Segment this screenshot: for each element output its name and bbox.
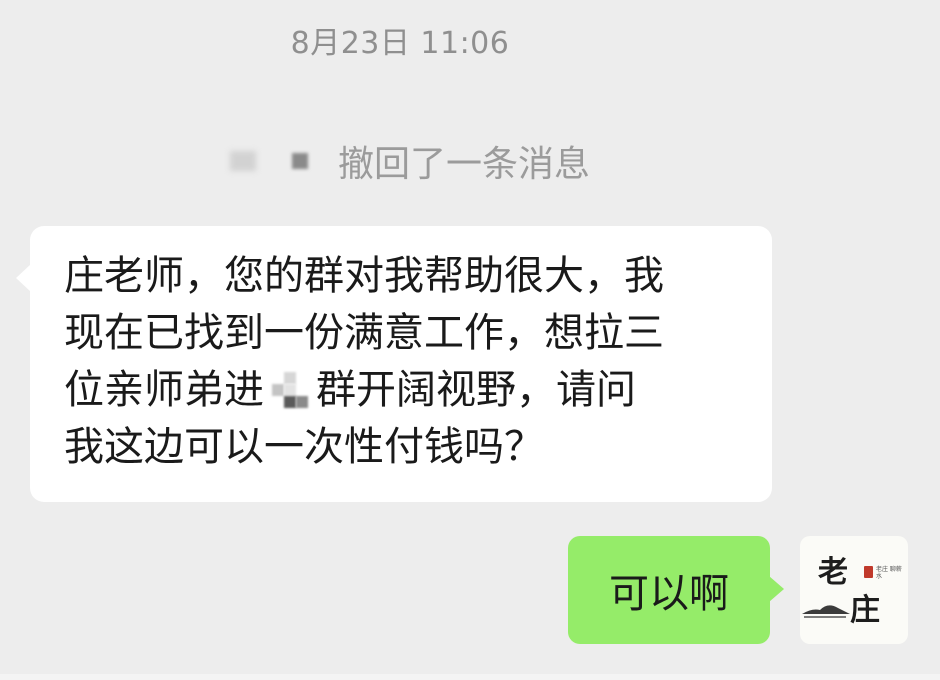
blurred-sender-name-part1 — [230, 151, 256, 171]
outgoing-message-bubble[interactable]: 可以啊 — [568, 536, 784, 644]
message-line-3-after: 群开阔视野，请问 — [316, 367, 636, 413]
recall-notice-text: 撤回了一条消息 — [338, 144, 591, 185]
incoming-message-bubble[interactable]: 庄老师，您的群对我帮助很大，我 现在已找到一份满意工作，想拉三 位亲师弟进 群开阔… — [16, 226, 772, 502]
recall-notice: 撤回了一条消息 — [230, 136, 590, 186]
pixelated-redaction — [270, 370, 310, 414]
message-line-3: 位亲师弟进 群开阔视野，请问 — [64, 362, 742, 419]
outgoing-message-text: 可以啊 — [609, 571, 729, 617]
message-line-4: 我这边可以一次性付钱吗？ — [64, 424, 544, 470]
message-line-1: 庄老师，您的群对我帮助很大，我 — [64, 253, 664, 299]
message-line-3-before: 位亲师弟进 — [64, 367, 264, 413]
avatar-seal-icon — [864, 566, 873, 578]
next-message-edge — [0, 674, 940, 680]
avatar-char-top: 老 — [818, 555, 848, 590]
avatar[interactable]: 老 老庄 聊薪水 庄 — [800, 536, 908, 644]
avatar-small-caption: 老庄 聊薪水 — [876, 566, 902, 580]
timestamp: 8月23日 11:06 — [290, 26, 510, 61]
avatar-char-bottom: 庄 — [850, 593, 880, 628]
message-line-2: 现在已找到一份满意工作，想拉三 — [64, 310, 664, 356]
blurred-sender-name-part2 — [292, 153, 308, 169]
